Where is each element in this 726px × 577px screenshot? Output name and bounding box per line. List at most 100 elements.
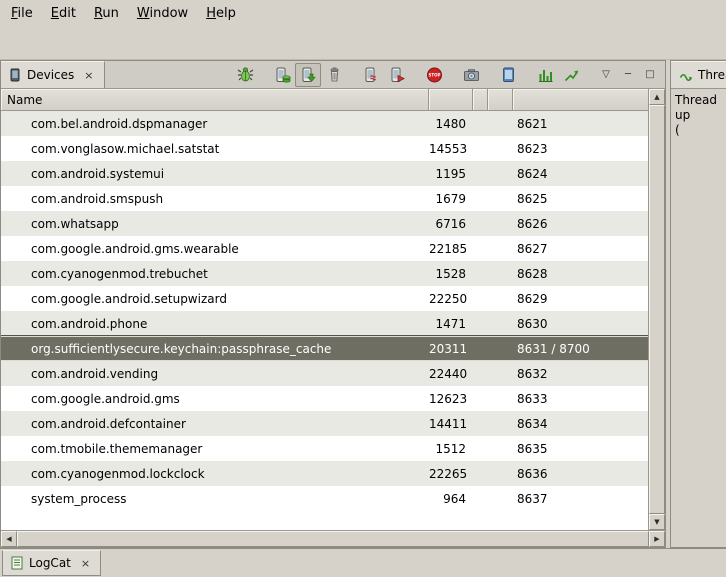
- columns-chart-icon[interactable]: [532, 63, 558, 87]
- main-area: Devices ×: [0, 60, 726, 548]
- process-pid: 22440: [429, 367, 473, 381]
- devices-tabbar: Devices ×: [1, 61, 665, 89]
- close-icon[interactable]: ×: [79, 558, 92, 569]
- name-column-header[interactable]: Name: [1, 89, 429, 111]
- process-name: com.android.defcontainer: [1, 417, 429, 431]
- scroll-down-icon[interactable]: ▼: [649, 514, 665, 530]
- scroll-up-icon[interactable]: ▲: [649, 89, 665, 105]
- process-port: 8628: [513, 267, 648, 281]
- process-name: com.tmobile.thememanager: [1, 442, 429, 456]
- process-port: 8637: [513, 492, 648, 506]
- extra-column-header[interactable]: [488, 89, 513, 111]
- process-pid: 1480: [429, 117, 473, 131]
- table-row[interactable]: com.google.android.gms.wearable 22185 86…: [1, 236, 648, 261]
- threads-content: Thread up (: [671, 89, 726, 547]
- table-row[interactable]: com.bel.android.dspmanager 1480 8621: [1, 111, 648, 136]
- logcat-tab-label: LogCat: [29, 556, 71, 570]
- view-menu-icon[interactable]: ▽: [595, 63, 617, 87]
- threads-tab[interactable]: Threads: [671, 61, 726, 88]
- process-pid: 20311: [429, 342, 473, 356]
- process-name: com.android.vending: [1, 367, 429, 381]
- menu-run[interactable]: Run: [85, 2, 128, 25]
- horizontal-scrollbar[interactable]: ◀ ▶: [1, 530, 665, 547]
- devices-panel: Devices ×: [0, 60, 666, 548]
- process-pid: 22265: [429, 467, 473, 481]
- process-port: 8623: [513, 142, 648, 156]
- close-icon[interactable]: ×: [82, 70, 95, 81]
- screen-capture-icon[interactable]: [458, 63, 484, 87]
- threads-message-line2: (: [675, 123, 724, 138]
- menubar: File Edit Run Window Help: [0, 0, 726, 26]
- trend-arrow-icon[interactable]: [558, 63, 584, 87]
- menu-edit[interactable]: Edit: [42, 2, 85, 25]
- table-row[interactable]: org.sufficientlysecure.keychain:passphra…: [1, 336, 648, 361]
- start-method-profiling-icon[interactable]: [384, 63, 410, 87]
- table-row[interactable]: com.cyanogenmod.lockclock 22265 8636: [1, 461, 648, 486]
- process-pid: 1471: [429, 317, 473, 331]
- table-row[interactable]: com.tmobile.thememanager 1512 8635: [1, 436, 648, 461]
- process-name: system_process: [1, 492, 429, 506]
- table-row[interactable]: com.android.smspush 1679 8625: [1, 186, 648, 211]
- main-toolbar: [0, 26, 726, 60]
- maximize-icon[interactable]: □: [639, 63, 661, 87]
- process-pid: 6716: [429, 217, 473, 231]
- devices-tab[interactable]: Devices ×: [1, 61, 105, 88]
- process-name: com.android.smspush: [1, 192, 429, 206]
- logcat-tab[interactable]: LogCat ×: [2, 550, 101, 576]
- scroll-left-icon[interactable]: ◀: [1, 531, 17, 547]
- stop-process-icon[interactable]: STOP: [421, 63, 447, 87]
- process-port: 8631 / 8700: [513, 342, 648, 356]
- table-row[interactable]: com.google.android.gms 12623 8633: [1, 386, 648, 411]
- table-header: Name: [1, 89, 648, 111]
- process-pid: 14553: [429, 142, 473, 156]
- process-pid: 22185: [429, 242, 473, 256]
- process-name: com.android.systemui: [1, 167, 429, 181]
- process-port: 8635: [513, 442, 648, 456]
- menu-window[interactable]: Window: [128, 2, 197, 25]
- table-row[interactable]: com.google.android.setupwizard 22250 862…: [1, 286, 648, 311]
- process-name: com.google.android.gms.wearable: [1, 242, 429, 256]
- threads-icon: [679, 69, 693, 82]
- status-column-header[interactable]: [473, 89, 488, 111]
- minimize-icon[interactable]: ─: [617, 63, 639, 87]
- table-row[interactable]: com.android.systemui 1195 8624: [1, 161, 648, 186]
- pid-column-header[interactable]: [429, 89, 473, 111]
- dump-hprof-icon[interactable]: [295, 63, 321, 87]
- menu-file[interactable]: File: [2, 2, 42, 25]
- debug-process-icon[interactable]: [232, 63, 258, 87]
- table-row[interactable]: com.whatsapp 6716 8626: [1, 211, 648, 236]
- process-pid: 1528: [429, 267, 473, 281]
- update-heap-icon[interactable]: [269, 63, 295, 87]
- devices-toolbar: STOP: [232, 61, 665, 88]
- process-pid: 964: [429, 492, 473, 506]
- process-name: com.whatsapp: [1, 217, 429, 231]
- process-port: 8621: [513, 117, 648, 131]
- process-port: 8636: [513, 467, 648, 481]
- table-row[interactable]: com.android.phone 1471 8630: [1, 311, 648, 336]
- table-row[interactable]: com.cyanogenmod.trebuchet 1528 8628: [1, 261, 648, 286]
- table-row[interactable]: com.android.vending 22440 8632: [1, 361, 648, 386]
- process-name: com.google.android.setupwizard: [1, 292, 429, 306]
- process-port: 8634: [513, 417, 648, 431]
- threads-tab-label: Threads: [698, 68, 726, 82]
- ui-automator-icon[interactable]: [495, 63, 521, 87]
- table-row[interactable]: com.android.defcontainer 14411 8634: [1, 411, 648, 436]
- ddms-window: File Edit Run Window Help Devices ×: [0, 0, 726, 577]
- horizontal-scroll-thumb[interactable]: [17, 531, 649, 547]
- process-port: 8632: [513, 367, 648, 381]
- table-row[interactable]: system_process 964 8637: [1, 486, 648, 511]
- process-pid: 22250: [429, 292, 473, 306]
- update-threads-icon[interactable]: [358, 63, 384, 87]
- logcat-icon: [11, 556, 24, 570]
- process-name: com.cyanogenmod.lockclock: [1, 467, 429, 481]
- device-table: Name com.bel.android.dspmanager 1480 862…: [1, 89, 648, 530]
- vertical-scroll-thumb[interactable]: [649, 105, 665, 514]
- threads-panel: Threads Thread up (: [670, 60, 726, 548]
- device-icon: [9, 68, 22, 82]
- vertical-scrollbar[interactable]: ▲ ▼: [648, 89, 665, 530]
- cause-gc-icon[interactable]: [321, 63, 347, 87]
- menu-help[interactable]: Help: [197, 2, 245, 25]
- table-row[interactable]: com.vonglasow.michael.satstat 14553 8623: [1, 136, 648, 161]
- port-column-header[interactable]: [513, 89, 648, 111]
- scroll-right-icon[interactable]: ▶: [649, 531, 665, 547]
